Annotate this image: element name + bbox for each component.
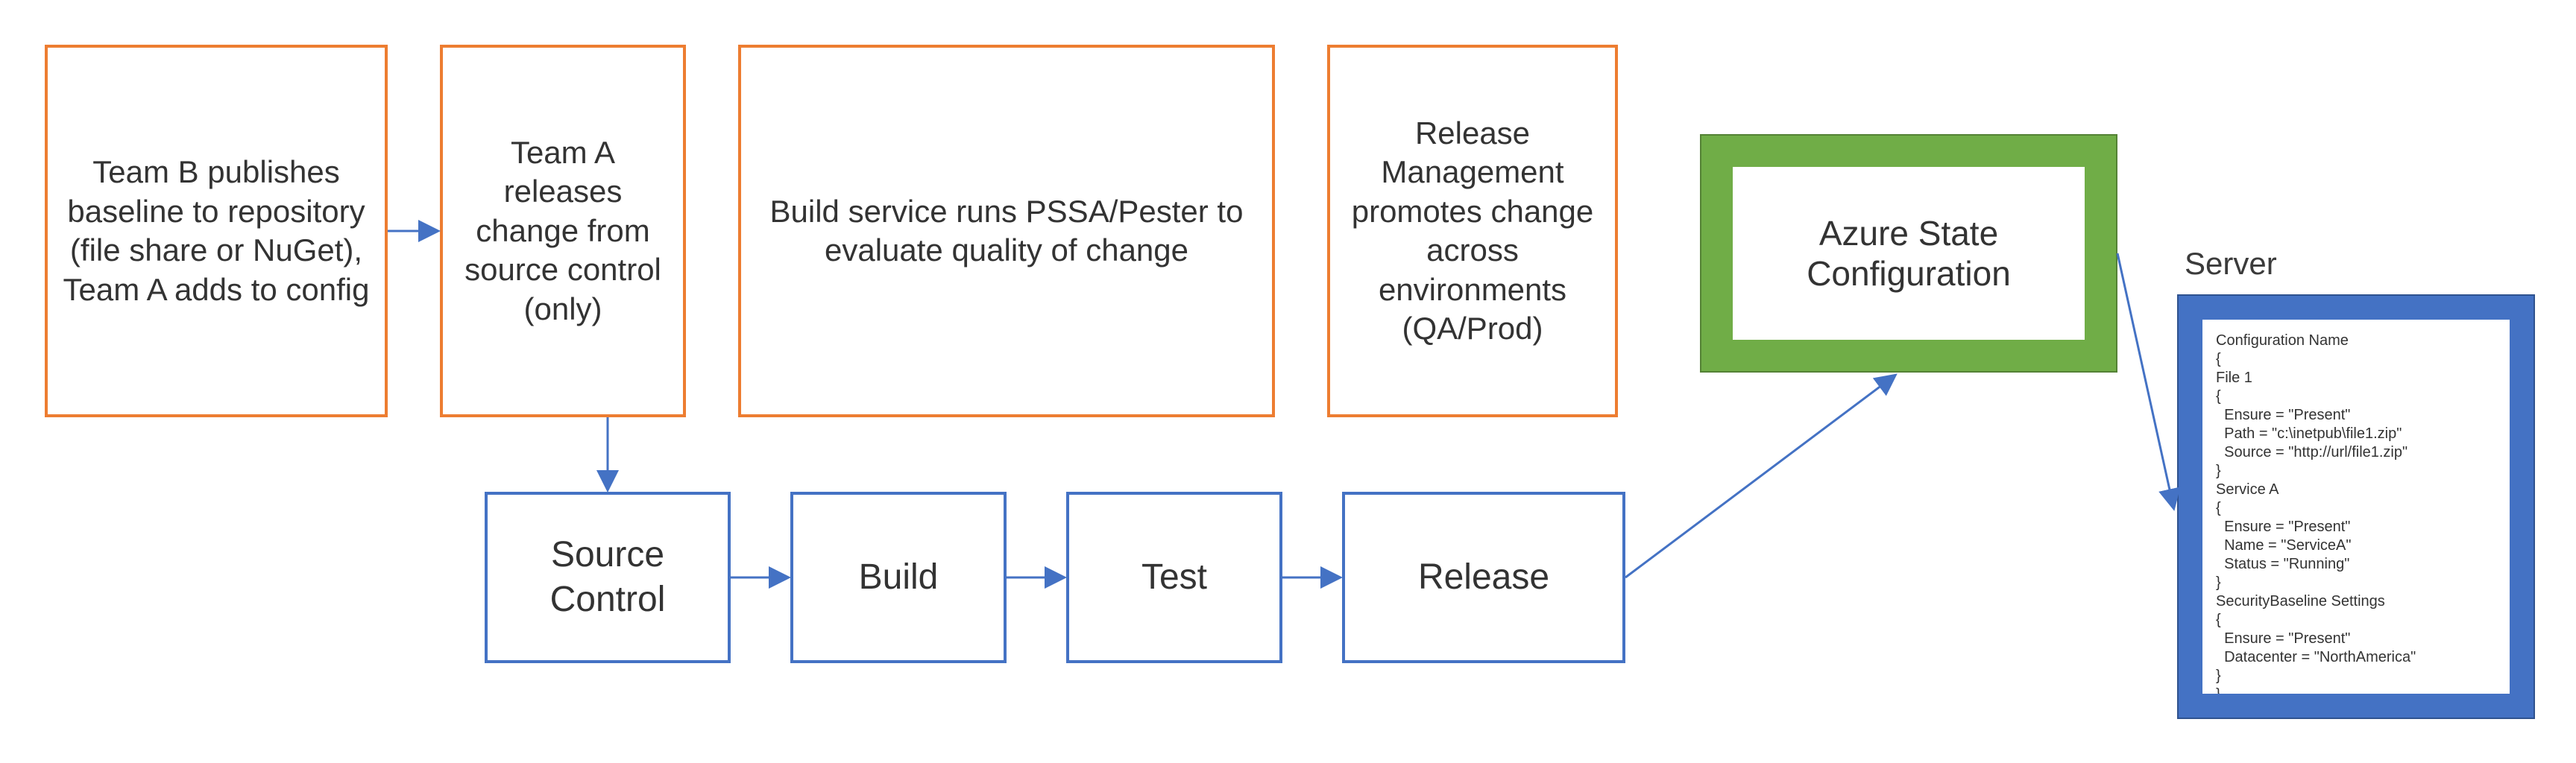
- box-azure-state-inner: Azure State Configuration: [1733, 167, 2085, 340]
- box-team-a: Team A releases change from source contr…: [440, 45, 686, 417]
- box-team-a-text: Team A releases change from source contr…: [458, 133, 668, 329]
- box-build: Build: [790, 492, 1007, 663]
- box-test: Test: [1066, 492, 1282, 663]
- box-build-service-text: Build service runs PSSA/Pester to evalua…: [756, 192, 1257, 270]
- diagram-canvas: Team B publishes baseline to repository …: [0, 0, 2576, 763]
- arrow-azure-server: [2117, 253, 2173, 507]
- box-source-control-text: Source Control: [503, 533, 713, 622]
- arrow-release-azure: [1625, 376, 1894, 577]
- box-server: Configuration Name { File 1 { Ensure = "…: [2177, 294, 2535, 719]
- box-team-b: Team B publishes baseline to repository …: [45, 45, 388, 417]
- box-source-control: Source Control: [485, 492, 731, 663]
- box-azure-state: Azure State Configuration: [1700, 134, 2117, 373]
- box-build-text: Build: [859, 555, 939, 600]
- box-release: Release: [1342, 492, 1625, 663]
- server-config-text: Configuration Name { File 1 { Ensure = "…: [2202, 320, 2510, 694]
- server-label: Server: [2185, 246, 2277, 282]
- box-team-b-text: Team B publishes baseline to repository …: [63, 153, 370, 309]
- box-test-text: Test: [1141, 555, 1207, 600]
- box-build-service: Build service runs PSSA/Pester to evalua…: [738, 45, 1275, 417]
- box-release-mgmt: Release Management promotes change acros…: [1327, 45, 1618, 417]
- box-release-text: Release: [1418, 555, 1549, 600]
- box-release-mgmt-text: Release Management promotes change acros…: [1345, 114, 1600, 349]
- box-azure-state-text: Azure State Configuration: [1755, 213, 2062, 294]
